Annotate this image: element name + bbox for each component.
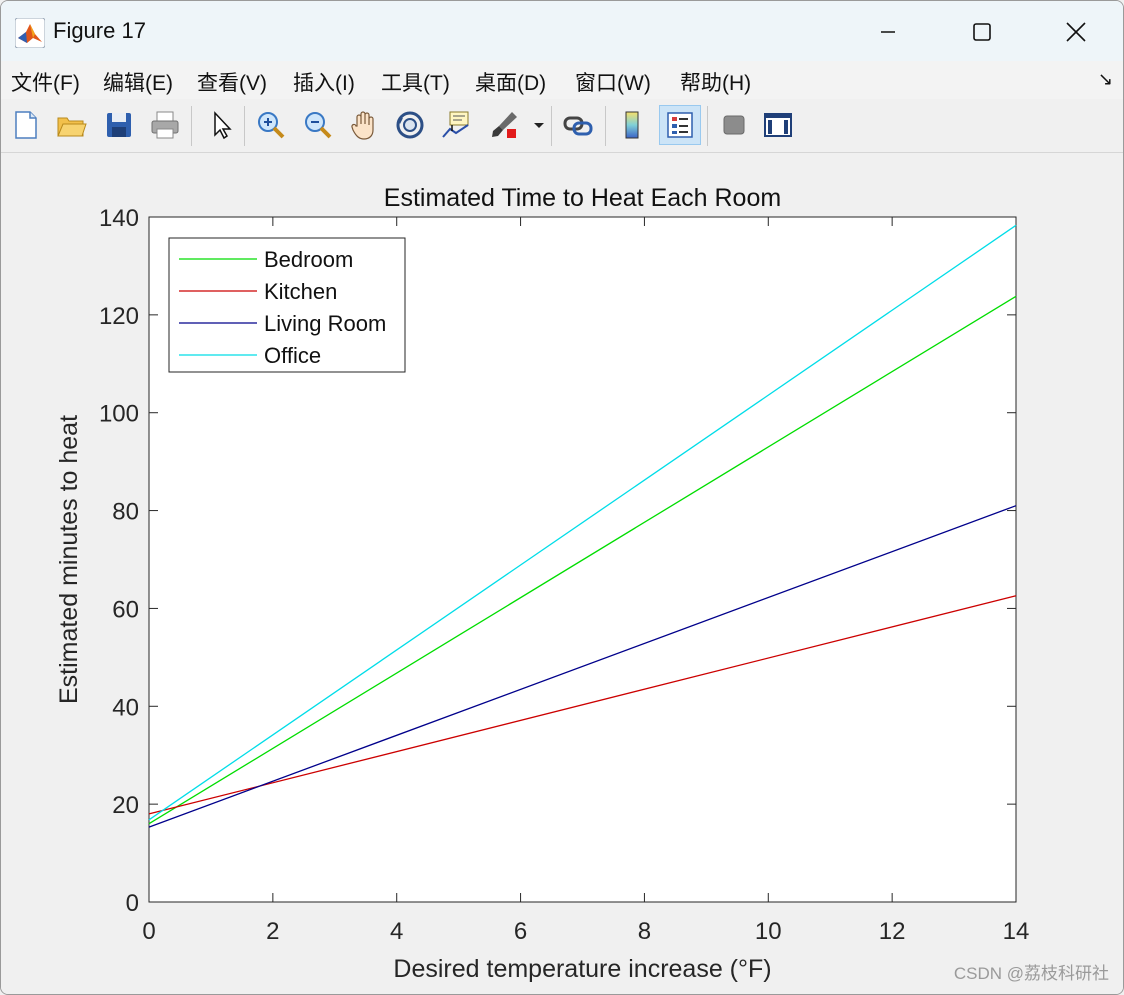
zoom-in-button[interactable]	[253, 105, 289, 145]
legend-icon	[667, 112, 693, 138]
toolbar-separator	[191, 106, 192, 146]
y-tick-label: 120	[99, 303, 139, 330]
matlab-logo-icon	[15, 18, 45, 48]
chevron-down-icon	[534, 123, 544, 128]
print-button[interactable]	[147, 105, 183, 145]
minimize-button[interactable]	[865, 11, 911, 53]
x-tick-label: 12	[879, 918, 906, 945]
toolbar-separator	[551, 106, 552, 146]
minimize-icon	[881, 31, 895, 33]
title-bar: Figure 17	[1, 1, 1123, 61]
rotate-3d-icon	[396, 111, 424, 139]
colorbar-icon	[625, 111, 639, 139]
menu-help[interactable]: 帮助(H)	[680, 67, 751, 97]
chart-title: Estimated Time to Heat Each Room	[384, 184, 781, 212]
hide-plot-tools-button[interactable]	[716, 105, 752, 145]
zoom-out-icon	[305, 112, 332, 139]
figure-window: Figure 17 文件(F) 编辑(E) 查看(V) 插入(I) 工具(T) …	[0, 0, 1124, 995]
menu-bar: 文件(F) 编辑(E) 查看(V) 插入(I) 工具(T) 桌面(D) 窗口(W…	[1, 61, 1123, 99]
colorbar-button[interactable]	[614, 105, 650, 145]
figure-toolbar	[1, 100, 1123, 153]
toolbar-separator	[244, 106, 245, 146]
legend-entry-label: Bedroom	[264, 247, 353, 272]
x-tick-label: 8	[638, 918, 651, 945]
figure-canvas: Estimated Time to Heat Each Room Desired…	[1, 153, 1123, 994]
y-tick-label: 60	[112, 596, 139, 623]
link-plot-icon	[563, 116, 593, 136]
menu-window[interactable]: 窗口(W)	[575, 67, 651, 97]
menu-tools[interactable]: 工具(T)	[381, 67, 450, 97]
rotate-3d-button[interactable]	[392, 105, 428, 145]
window-title: Figure 17	[53, 18, 146, 43]
y-tick-label: 140	[99, 205, 139, 232]
menu-insert[interactable]: 插入(I)	[293, 67, 355, 97]
brush-dropdown-button[interactable]	[529, 105, 549, 145]
open-file-icon	[57, 117, 87, 137]
show-plot-tools-icon	[764, 113, 792, 137]
save-button[interactable]	[101, 105, 137, 145]
close-icon	[1066, 22, 1086, 42]
save-icon	[107, 113, 131, 137]
show-plot-tools-button[interactable]	[760, 105, 796, 145]
legend-entry-label: Living Room	[264, 311, 386, 336]
y-tick-label: 20	[112, 792, 139, 819]
link-plot-button[interactable]	[560, 105, 596, 145]
edit-plot-button[interactable]	[203, 105, 239, 145]
menu-view[interactable]: 查看(V)	[197, 67, 267, 97]
x-axis-label: Desired temperature increase (°F)	[393, 955, 771, 983]
y-axis-label: Estimated minutes to heat	[55, 415, 83, 704]
maximize-button[interactable]	[959, 11, 1005, 53]
open-file-button[interactable]	[53, 105, 89, 145]
new-figure-button[interactable]	[8, 105, 44, 145]
pan-hand-icon	[351, 111, 374, 140]
x-tick-label: 2	[266, 918, 279, 945]
y-tick-label: 80	[112, 499, 139, 526]
menu-edit[interactable]: 编辑(E)	[103, 67, 173, 97]
x-tick-label: 14	[1003, 918, 1030, 945]
toolbar-separator	[707, 106, 708, 146]
y-tick-label: 40	[112, 694, 139, 721]
menu-file[interactable]: 文件(F)	[11, 67, 80, 97]
print-icon	[151, 111, 179, 139]
data-cursor-button[interactable]	[438, 105, 474, 145]
toolbar-separator	[605, 106, 606, 146]
menu-desktop[interactable]: 桌面(D)	[475, 67, 546, 97]
legend-button[interactable]	[659, 105, 701, 145]
legend[interactable]: Bedroom Kitchen Living Room Office	[168, 237, 406, 373]
maximize-icon	[973, 23, 991, 41]
close-button[interactable]	[1053, 11, 1099, 53]
legend-entry-label: Kitchen	[264, 279, 337, 304]
x-tick-label: 6	[514, 918, 527, 945]
zoom-out-button[interactable]	[300, 105, 336, 145]
line-chart[interactable]: Estimated Time to Heat Each Room Desired…	[1, 153, 1123, 994]
pan-button[interactable]	[346, 105, 382, 145]
hide-plot-tools-icon	[723, 115, 745, 135]
edit-plot-arrow-icon	[214, 111, 232, 140]
data-cursor-icon	[442, 111, 469, 138]
zoom-in-icon	[258, 112, 285, 139]
menu-collapse-icon[interactable]: ↘	[1098, 69, 1113, 90]
legend-entry-label: Office	[264, 343, 321, 368]
brush-icon	[492, 112, 517, 138]
new-figure-icon	[15, 111, 37, 139]
y-tick-label: 100	[99, 401, 139, 428]
x-tick-label: 4	[390, 918, 403, 945]
brush-button[interactable]	[486, 105, 522, 145]
x-tick-label: 0	[142, 918, 155, 945]
watermark: CSDN @荔枝科研社	[953, 964, 1109, 983]
x-tick-label: 10	[755, 918, 782, 945]
y-tick-label: 0	[126, 890, 139, 917]
